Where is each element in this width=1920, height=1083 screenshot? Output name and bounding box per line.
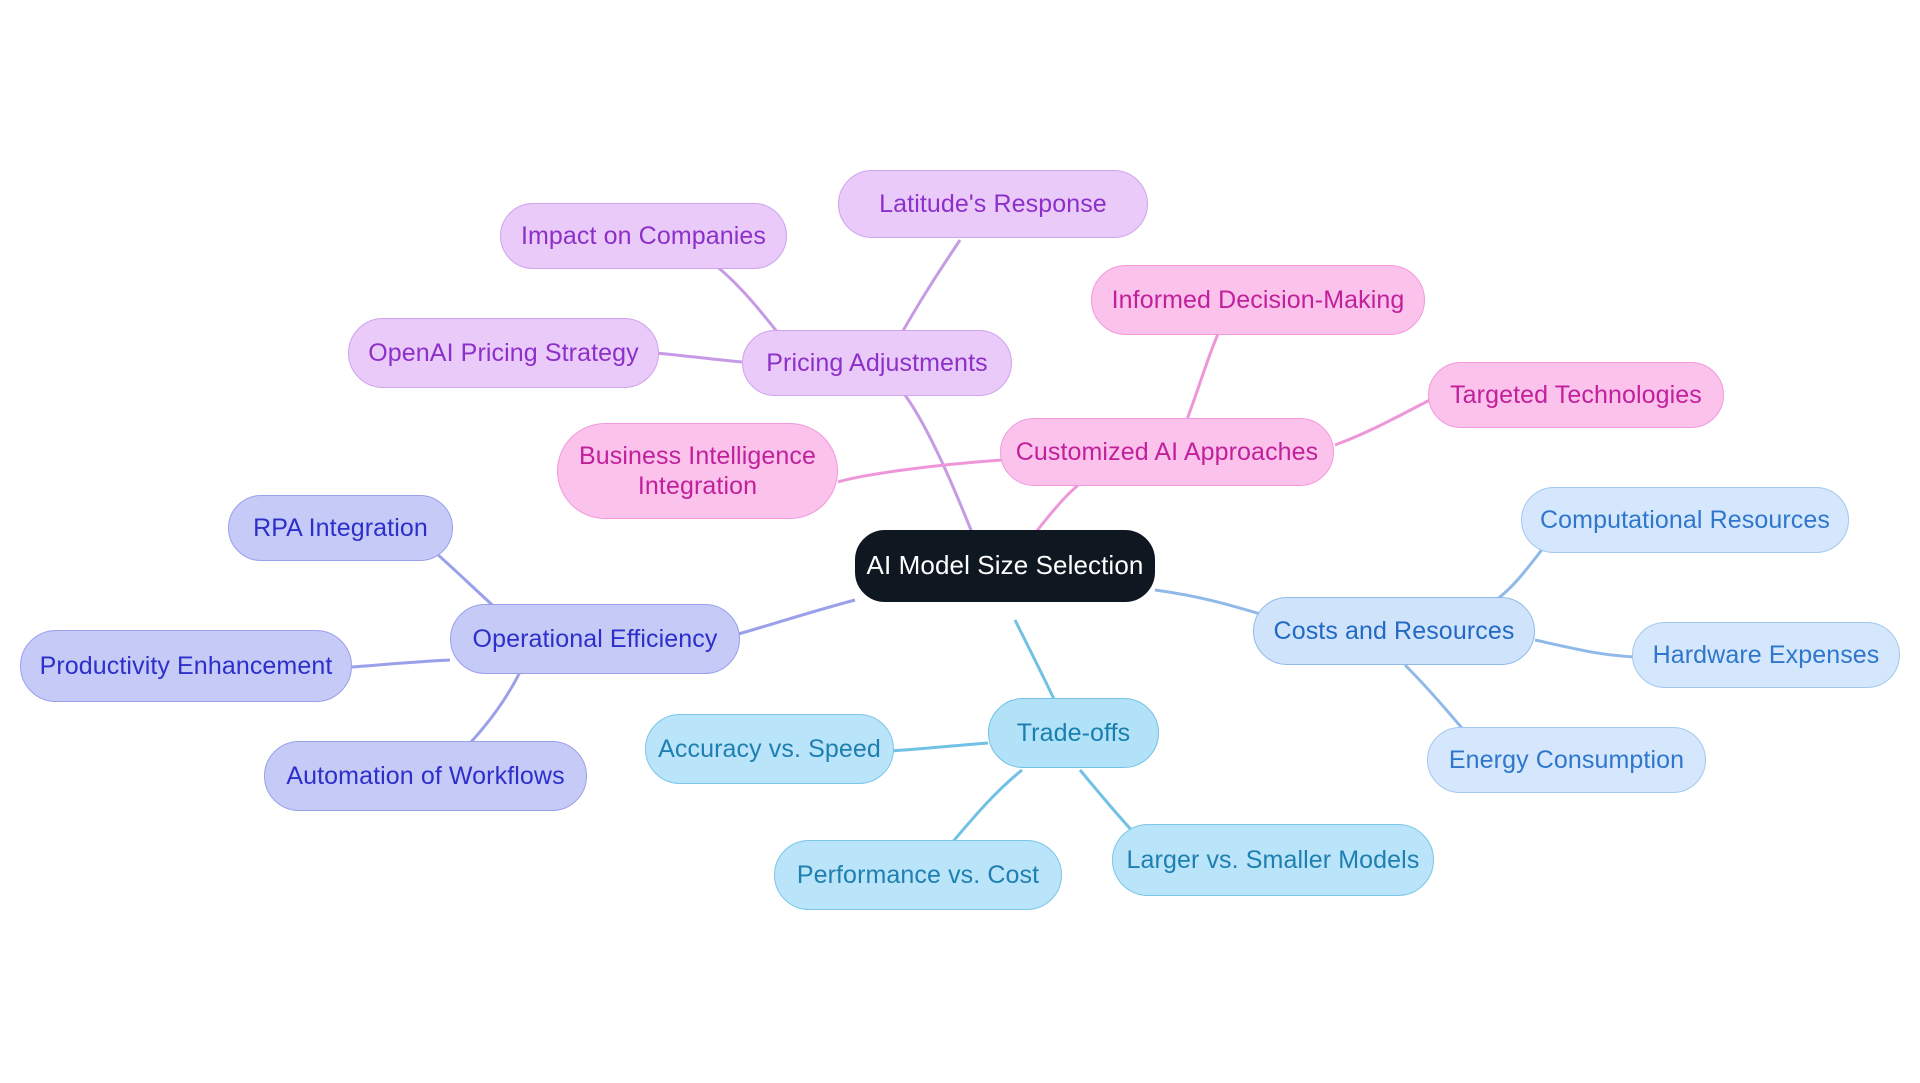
edge-root-pricing	[903, 394, 977, 541]
node-targeted-technologies[interactable]: Targeted Technologies	[1428, 362, 1724, 428]
node-performance-vs-cost[interactable]: Performance vs. Cost	[774, 840, 1062, 910]
edge-pricing-openai	[654, 351, 743, 364]
node-computational-resources[interactable]: Computational Resources	[1521, 487, 1849, 553]
node-trade-offs[interactable]: Trade-offs	[988, 698, 1159, 768]
node-informed-decision-making[interactable]: Informed Decision-Making	[1091, 265, 1425, 335]
node-productivity-enhancement[interactable]: Productivity Enhancement	[20, 630, 352, 702]
node-hardware-expenses[interactable]: Hardware Expenses	[1632, 622, 1900, 688]
node-energy-consumption[interactable]: Energy Consumption	[1427, 727, 1706, 793]
edge-customized-targeted	[1334, 398, 1431, 447]
node-latitudes-response[interactable]: Latitude's Response	[838, 170, 1148, 238]
node-rpa-integration[interactable]: RPA Integration	[228, 495, 453, 561]
edge-customized-informed	[1183, 324, 1224, 426]
node-pricing-adjustments[interactable]: Pricing Adjustments	[742, 330, 1012, 396]
node-root[interactable]: AI Model Size Selection	[855, 530, 1155, 602]
node-business-intelligence-integration[interactable]: Business Intelligence Integration	[557, 423, 838, 519]
edge-costs-hardware	[1534, 638, 1636, 659]
node-larger-vs-smaller-models[interactable]: Larger vs. Smaller Models	[1112, 824, 1434, 896]
node-automation-of-workflows[interactable]: Automation of Workflows	[264, 741, 587, 811]
edge-tradeoffs-accuracy	[889, 741, 989, 753]
node-customized-ai-approaches[interactable]: Customized AI Approaches	[1000, 418, 1334, 486]
node-impact-on-companies[interactable]: Impact on Companies	[500, 203, 787, 269]
edge-customized-bi	[837, 458, 1003, 484]
edge-root-operational	[734, 598, 856, 637]
mindmap-canvas: AI Model Size Selection Costs and Resour…	[0, 0, 1920, 1083]
node-openai-pricing-strategy[interactable]: OpenAI Pricing Strategy	[348, 318, 659, 388]
node-accuracy-vs-speed[interactable]: Accuracy vs. Speed	[645, 714, 894, 784]
node-costs-and-resources[interactable]: Costs and Resources	[1253, 597, 1535, 665]
edge-operational-productivity	[351, 658, 451, 669]
node-operational-efficiency[interactable]: Operational Efficiency	[450, 604, 740, 674]
